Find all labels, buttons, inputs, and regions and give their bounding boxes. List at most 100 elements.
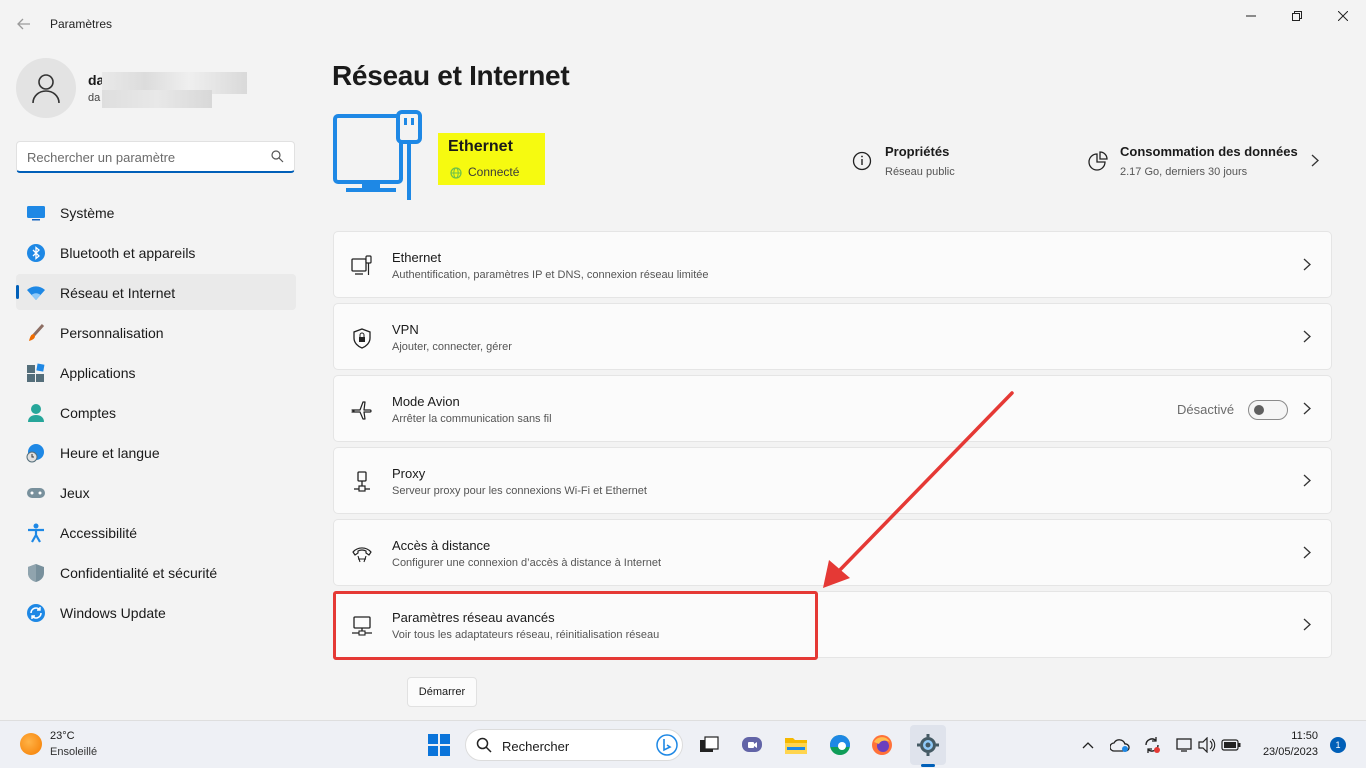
dialup-icon xyxy=(350,542,374,566)
data-usage-link[interactable]: Consommation des données 2.17 Go, dernie… xyxy=(1085,142,1333,186)
network-tray-icon[interactable] xyxy=(1174,735,1194,755)
ethernet-monitor-icon xyxy=(332,110,428,209)
chevron-right-icon xyxy=(1303,546,1311,564)
sidebar-item-windows-update[interactable]: Windows Update xyxy=(16,594,296,630)
minimize-icon[interactable] xyxy=(1228,0,1274,32)
sync-icon[interactable] xyxy=(1142,735,1162,755)
chevron-right-icon xyxy=(1303,618,1311,636)
data-usage-title: Consommation des données xyxy=(1120,144,1298,159)
sidebar-item-label: Système xyxy=(60,205,115,221)
start-button[interactable]: Démarrer xyxy=(407,677,477,707)
sidebar-item-confidentialite[interactable]: Confidentialité et sécurité xyxy=(16,554,296,590)
sidebar-item-reseau[interactable]: Réseau et Internet xyxy=(16,274,296,310)
teams-chat-icon[interactable] xyxy=(736,729,768,761)
toggle-knob xyxy=(1254,405,1264,415)
chevron-right-icon xyxy=(1311,154,1319,172)
toggle-state-label: Désactivé xyxy=(1177,402,1235,417)
clock-date[interactable]: 23/05/2023 xyxy=(1263,746,1318,758)
redacted-email xyxy=(102,90,212,108)
sidebar-item-label: Réseau et Internet xyxy=(60,285,176,301)
avatar[interactable] xyxy=(16,58,76,118)
user-email: da xyxy=(88,92,101,104)
bluetooth-icon xyxy=(26,243,46,263)
sidebar-item-bluetooth[interactable]: Bluetooth et appareils xyxy=(16,234,296,270)
clock-time[interactable]: 11:50 xyxy=(1291,730,1318,742)
airplane-mode-toggle[interactable] xyxy=(1248,400,1288,420)
firefox-icon[interactable] xyxy=(866,729,898,761)
sidebar-item-label: Jeux xyxy=(60,485,90,501)
bing-icon[interactable] xyxy=(656,734,678,756)
card-subtitle: Authentification, paramètres IP et DNS, … xyxy=(392,269,709,281)
card-dial-up[interactable]: Accès à distance Configurer une connexio… xyxy=(333,519,1332,586)
info-icon xyxy=(852,151,872,176)
chevron-right-icon xyxy=(1303,330,1311,348)
sidebar-nav: Système Bluetooth et appareils Réseau et… xyxy=(16,194,296,634)
sidebar-item-heure-langue[interactable]: Heure et langue xyxy=(16,434,296,470)
card-vpn[interactable]: VPN Ajouter, connecter, gérer xyxy=(333,303,1332,370)
properties-link[interactable]: Propriétés Réseau public xyxy=(850,142,1050,186)
card-airplane-mode[interactable]: Mode Avion Arrêter la communication sans… xyxy=(333,375,1332,442)
file-explorer-icon[interactable] xyxy=(780,729,812,761)
sidebar-item-personnalisation[interactable]: Personnalisation xyxy=(16,314,296,350)
data-usage-subtitle: 2.17 Go, derniers 30 jours xyxy=(1120,166,1248,178)
weather-temperature[interactable]: 23°C xyxy=(50,730,75,742)
notification-badge[interactable]: 1 xyxy=(1330,737,1346,753)
card-proxy[interactable]: Proxy Serveur proxy pour les connexions … xyxy=(333,447,1332,514)
apps-icon xyxy=(26,363,46,383)
taskbar-search[interactable]: Rechercher xyxy=(465,729,683,761)
update-icon xyxy=(26,603,46,623)
proxy-icon xyxy=(350,470,374,494)
settings-search-input[interactable] xyxy=(17,142,257,172)
windows-start-icon[interactable] xyxy=(423,729,455,761)
taskbar-search-label: Rechercher xyxy=(502,739,570,754)
sidebar-item-label: Confidentialité et sécurité xyxy=(60,565,218,581)
sidebar-item-label: Comptes xyxy=(60,405,117,421)
card-ethernet[interactable]: Ethernet Authentification, paramètres IP… xyxy=(333,231,1332,298)
gamepad-icon xyxy=(26,483,46,503)
card-subtitle: Ajouter, connecter, gérer xyxy=(392,341,512,353)
page-title: Réseau et Internet xyxy=(332,60,570,91)
window-title: Paramètres xyxy=(50,17,113,31)
card-title: VPN xyxy=(392,322,419,337)
task-view-icon[interactable] xyxy=(693,729,725,761)
vpn-shield-icon xyxy=(350,326,374,350)
back-arrow-icon[interactable] xyxy=(10,10,38,38)
settings-gear-icon[interactable] xyxy=(912,729,944,761)
card-subtitle: Serveur proxy pour les connexions Wi-Fi … xyxy=(392,485,647,497)
ethernet-icon xyxy=(350,254,374,278)
battery-icon[interactable] xyxy=(1221,735,1241,755)
globe-icon xyxy=(450,166,462,184)
close-icon[interactable] xyxy=(1320,0,1366,32)
annotation-highlight-box xyxy=(333,591,818,660)
onedrive-icon[interactable] xyxy=(1110,735,1130,755)
weather-sun-icon[interactable] xyxy=(20,733,42,755)
accounts-icon xyxy=(26,403,46,423)
properties-subtitle: Réseau public xyxy=(885,166,955,178)
card-subtitle: Configurer une connexion d’accès à dista… xyxy=(392,557,662,569)
hero-status: Connecté xyxy=(468,165,520,179)
settings-search[interactable] xyxy=(16,141,295,173)
properties-title: Propriétés xyxy=(885,144,950,159)
sidebar-item-label: Windows Update xyxy=(60,605,166,621)
maximize-icon[interactable] xyxy=(1274,0,1320,32)
wifi-icon xyxy=(26,283,46,303)
airplane-icon xyxy=(350,398,374,422)
sidebar-item-accessibilite[interactable]: Accessibilité xyxy=(16,514,296,550)
chevron-right-icon xyxy=(1303,474,1311,492)
sidebar-item-systeme[interactable]: Système xyxy=(16,194,296,230)
sidebar-item-comptes[interactable]: Comptes xyxy=(16,394,296,430)
card-title: Ethernet xyxy=(392,250,442,265)
edge-browser-icon[interactable] xyxy=(824,729,856,761)
chevron-up-icon[interactable] xyxy=(1078,735,1098,755)
search-icon[interactable] xyxy=(271,150,284,168)
accessibility-icon xyxy=(26,523,46,543)
sidebar-item-jeux[interactable]: Jeux xyxy=(16,474,296,510)
sidebar-item-label: Applications xyxy=(60,365,136,381)
card-title: Accès à distance xyxy=(392,538,491,553)
sidebar-item-label: Personnalisation xyxy=(60,325,164,341)
weather-condition[interactable]: Ensoleillé xyxy=(50,746,97,758)
sidebar-item-applications[interactable]: Applications xyxy=(16,354,296,390)
system-icon xyxy=(26,203,46,223)
sidebar-item-label: Accessibilité xyxy=(60,525,138,541)
volume-icon[interactable] xyxy=(1197,735,1217,755)
